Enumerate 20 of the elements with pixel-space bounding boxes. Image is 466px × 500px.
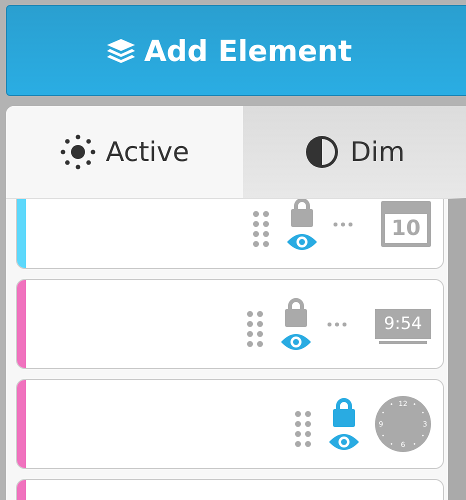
eye-icon[interactable] bbox=[281, 333, 311, 351]
tab[interactable]: Dim bbox=[243, 106, 466, 198]
element-card[interactable]: 9:54 bbox=[16, 279, 444, 369]
add-element-button[interactable]: Add Element bbox=[6, 5, 466, 96]
drag-handle-icon[interactable] bbox=[295, 411, 311, 447]
lock-icon[interactable] bbox=[291, 199, 313, 227]
drag-handle-icon[interactable] bbox=[253, 211, 269, 247]
eye-icon[interactable] bbox=[287, 233, 317, 251]
contrast-icon bbox=[304, 134, 340, 170]
sun-icon bbox=[60, 134, 96, 170]
date-text: 10 bbox=[385, 214, 427, 243]
more-icon[interactable] bbox=[327, 322, 347, 326]
more-icon[interactable] bbox=[333, 222, 353, 226]
drag-handle-icon[interactable] bbox=[247, 311, 263, 347]
eye-icon[interactable] bbox=[329, 433, 359, 451]
lock-icon[interactable] bbox=[333, 397, 355, 427]
element-card[interactable]: 10 bbox=[16, 199, 444, 269]
lock-icon[interactable] bbox=[285, 297, 307, 327]
layers-icon bbox=[106, 38, 136, 64]
time-text: 9:54 bbox=[384, 314, 422, 334]
